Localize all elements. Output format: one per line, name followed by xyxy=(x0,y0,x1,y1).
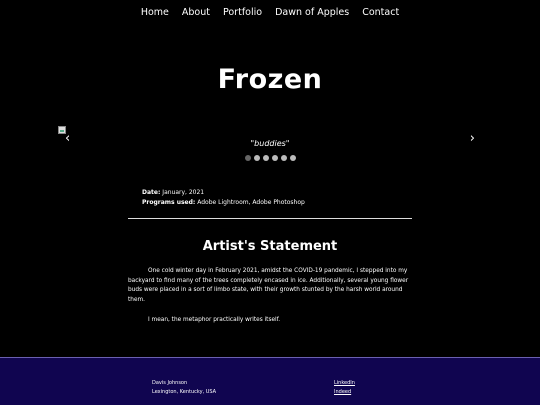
footer-links: LinkedIn Indeed xyxy=(334,379,355,397)
slide-dot-1[interactable] xyxy=(244,155,251,161)
site-footer: Davis Johnson Lexington, Kentucky, USA L… xyxy=(0,357,540,405)
programs-row: Programs used: Adobe Lightroom, Adobe Ph… xyxy=(142,198,305,208)
date-row: Date: January, 2021 xyxy=(142,188,305,198)
nav-dawn-of-apples-link[interactable]: Dawn of Apples xyxy=(275,6,349,20)
slide-dots xyxy=(58,155,482,161)
slide-dot-6[interactable] xyxy=(289,155,296,161)
footer-contact: Davis Johnson Lexington, Kentucky, USA xyxy=(152,379,216,397)
statement-paragraph-1: One cold winter day in February 2021, am… xyxy=(128,268,409,303)
date-label: Date: xyxy=(142,189,161,196)
slideshow: ‹ "buddies" › xyxy=(58,126,482,168)
artist-statement: One cold winter day in February 2021, am… xyxy=(128,267,413,337)
nav-contact-link[interactable]: Contact xyxy=(362,6,399,20)
next-slide-button[interactable]: › xyxy=(470,132,475,146)
date-value: January, 2021 xyxy=(162,189,205,196)
linkedin-link[interactable]: LinkedIn xyxy=(334,379,355,388)
indeed-link[interactable]: Indeed xyxy=(334,388,355,397)
slide-caption: "buddies" xyxy=(250,139,290,148)
main-nav: Home About Portfolio Dawn of Apples Cont… xyxy=(0,6,540,20)
footer-location: Lexington, Kentucky, USA xyxy=(152,389,217,395)
programs-label: Programs used: xyxy=(142,199,196,206)
page-title: Frozen xyxy=(217,64,323,95)
slide-dot-4[interactable] xyxy=(271,155,278,161)
slide-dot-3[interactable] xyxy=(262,155,269,161)
nav-home-link[interactable]: Home xyxy=(141,6,169,20)
statement-heading: Artist's Statement xyxy=(202,239,338,254)
nav-about-link[interactable]: About xyxy=(182,6,210,20)
slide-dot-5[interactable] xyxy=(280,155,287,161)
nav-portfolio-link[interactable]: Portfolio xyxy=(223,6,262,20)
artwork-meta: Date: January, 2021 Programs used: Adobe… xyxy=(142,188,305,208)
statement-paragraph-2: I mean, the metaphor practically writes … xyxy=(148,317,281,324)
programs-value: Adobe Lightroom, Adobe Photoshop xyxy=(197,199,305,206)
slide-dot-2[interactable] xyxy=(253,155,260,161)
section-divider xyxy=(128,218,412,219)
footer-name: Davis Johnson xyxy=(152,380,188,386)
